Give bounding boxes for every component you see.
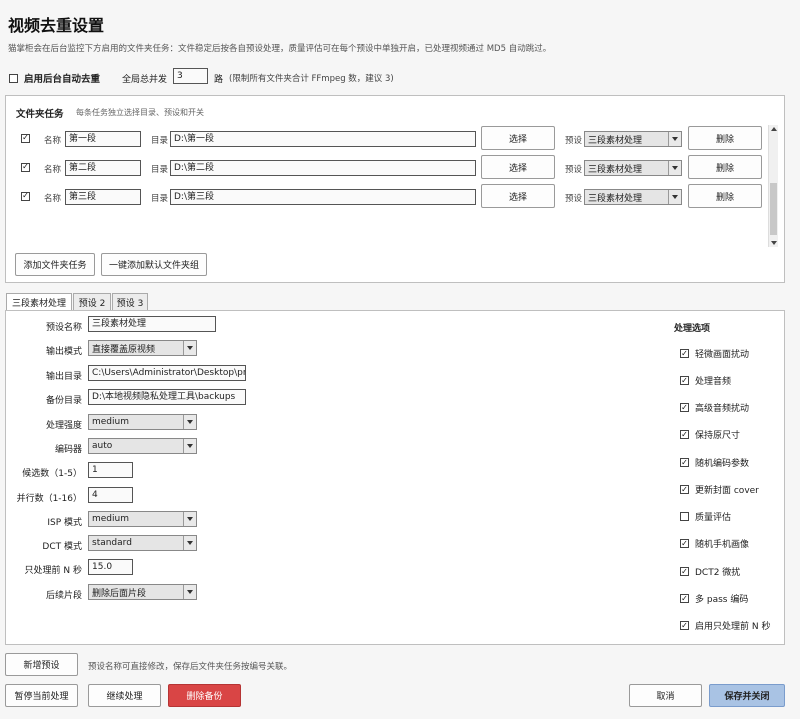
task-row-3-choose-button[interactable]: 选择 bbox=[481, 184, 555, 208]
option-3[interactable]: ✓ 高级音频扰动 bbox=[680, 401, 749, 414]
task-row-3-name-label: 名称 bbox=[44, 194, 62, 204]
folder-tasks-hint: 每条任务独立选择目录、预设和开关 bbox=[76, 108, 204, 117]
isp-mode-label: ISP 模式 bbox=[47, 518, 82, 528]
tab-preset-1[interactable]: 三段素材处理 bbox=[6, 293, 72, 311]
task-row-1-dir-label: 目录 bbox=[151, 136, 169, 146]
new-preset-hint: 预设名称可直接修改，保存后文件夹任务按编号关联。 bbox=[88, 662, 293, 672]
options-title: 处理选项 bbox=[674, 324, 711, 334]
chevron-down-icon bbox=[183, 439, 196, 453]
task-row-3-dir-label: 目录 bbox=[151, 194, 169, 204]
candidates-input[interactable]: 1 bbox=[88, 462, 133, 478]
concurrency-input[interactable]: 3 bbox=[173, 68, 208, 84]
chevron-down-icon bbox=[183, 512, 196, 526]
scrollbar-thumb[interactable] bbox=[770, 183, 777, 235]
chevron-down-icon bbox=[668, 132, 681, 146]
new-preset-button[interactable]: 新增预设 bbox=[5, 653, 78, 676]
dct-mode-select[interactable]: standard bbox=[88, 535, 197, 551]
task-row-1-choose-button[interactable]: 选择 bbox=[481, 126, 555, 150]
task-row-2-name-input[interactable]: 第二段 bbox=[65, 160, 141, 176]
cancel-button[interactable]: 取消 bbox=[629, 684, 702, 707]
output-dir-label: 输出目录 bbox=[45, 372, 82, 382]
option-2[interactable]: ✓ 处理音频 bbox=[680, 374, 731, 387]
auto-dedupe-toggle[interactable]: 启用后台自动去重 bbox=[9, 71, 100, 85]
encoder-select[interactable]: auto bbox=[88, 438, 197, 454]
task-row-1-delete-button[interactable]: 删除 bbox=[688, 126, 762, 150]
task-row-3-checkbox[interactable]: ✓ bbox=[21, 191, 30, 201]
option-10[interactable]: ✓ 多 pass 编码 bbox=[680, 592, 748, 605]
task-row-2-preset-label: 预设 bbox=[565, 165, 583, 175]
backup-dir-input[interactable]: D:\本地视频隐私处理工具\backups bbox=[88, 389, 246, 405]
strength-select[interactable]: medium bbox=[88, 414, 197, 430]
chevron-down-icon bbox=[183, 585, 196, 599]
add-folder-task-button[interactable]: 添加文件夹任务 bbox=[15, 253, 95, 276]
option-6[interactable]: ✓ 更新封面 cover bbox=[680, 483, 759, 496]
task-row-1-dir-input[interactable]: D:\第一段 bbox=[170, 131, 476, 147]
task-row-2-dir-label: 目录 bbox=[151, 165, 169, 175]
task-row-2-delete-button[interactable]: 删除 bbox=[688, 155, 762, 179]
tab-preset-3[interactable]: 预设 3 bbox=[112, 293, 148, 310]
preset-name-input[interactable]: 三段素材处理 bbox=[88, 316, 216, 332]
continue-processing-button[interactable]: 继续处理 bbox=[88, 684, 161, 707]
task-row-2-checkbox[interactable]: ✓ bbox=[21, 162, 30, 172]
option-5[interactable]: ✓ 随机编码参数 bbox=[680, 456, 749, 469]
folder-tasks-title: 文件夹任务 bbox=[16, 109, 64, 120]
scroll-down-icon[interactable] bbox=[771, 241, 777, 245]
backup-dir-label: 备份目录 bbox=[45, 396, 82, 406]
chevron-down-icon bbox=[183, 536, 196, 550]
output-mode-label: 输出模式 bbox=[45, 347, 82, 357]
tail-segment-select[interactable]: 删除后面片段 bbox=[88, 584, 197, 600]
option-11[interactable]: ✓ 启用只处理前 N 秒 bbox=[680, 619, 770, 632]
strength-label: 处理强度 bbox=[45, 421, 82, 431]
isp-mode-select[interactable]: medium bbox=[88, 511, 197, 527]
task-row-1-name-input[interactable]: 第一段 bbox=[65, 131, 141, 147]
chevron-down-icon bbox=[183, 415, 196, 429]
concurrency-hint: (限制所有文件夹合计 FFmpeg 数，建议 3) bbox=[229, 74, 394, 84]
concurrency-label: 全局总并发 bbox=[122, 75, 168, 85]
chevron-down-icon bbox=[668, 190, 681, 204]
tail-segment-label: 后续片段 bbox=[45, 591, 82, 601]
task-row-1-name-label: 名称 bbox=[44, 136, 62, 146]
candidates-label: 候选数（1-5） bbox=[22, 469, 82, 479]
option-9[interactable]: ✓ DCT2 微扰 bbox=[680, 565, 740, 578]
output-dir-input[interactable]: C:\Users\Administrator\Desktop\prc bbox=[88, 365, 246, 381]
task-row-2-choose-button[interactable]: 选择 bbox=[481, 155, 555, 179]
add-default-folder-group-button[interactable]: 一键添加默认文件夹组 bbox=[101, 253, 207, 276]
dct-mode-label: DCT 模式 bbox=[42, 542, 82, 552]
task-row-3-delete-button[interactable]: 删除 bbox=[688, 184, 762, 208]
auto-dedupe-label: 启用后台自动去重 bbox=[24, 74, 101, 85]
encoder-label: 编码器 bbox=[54, 445, 82, 455]
auto-dedupe-checkbox[interactable] bbox=[9, 73, 18, 83]
parallel-label: 并行数（1-16） bbox=[16, 494, 82, 504]
option-4[interactable]: ✓ 保持原尺寸 bbox=[680, 428, 740, 441]
task-row-1-preset-label: 预设 bbox=[565, 136, 583, 146]
task-row-2-name-label: 名称 bbox=[44, 165, 62, 175]
chevron-down-icon bbox=[668, 161, 681, 175]
option-7[interactable]: 质量评估 bbox=[680, 510, 731, 523]
pause-processing-button[interactable]: 暂停当前处理 bbox=[5, 684, 78, 707]
folder-tasks-scrollbar[interactable] bbox=[768, 125, 778, 247]
parallel-input[interactable]: 4 bbox=[88, 487, 133, 503]
task-row-3-preset-select[interactable]: 三段素材处理 bbox=[584, 189, 682, 205]
task-row-2-dir-input[interactable]: D:\第二段 bbox=[170, 160, 476, 176]
chevron-down-icon bbox=[183, 341, 196, 355]
task-row-3-dir-input[interactable]: D:\第三段 bbox=[170, 189, 476, 205]
page-title: 视频去重设置 bbox=[8, 16, 105, 35]
scroll-up-icon[interactable] bbox=[771, 127, 777, 131]
page-subtitle: 猫掌柜会在后台监控下方启用的文件夹任务：文件稳定后按各自预设处理，质量评估可在每… bbox=[8, 44, 552, 54]
task-row-1-preset-select[interactable]: 三段素材处理 bbox=[584, 131, 682, 147]
save-and-close-button[interactable]: 保存并关闭 bbox=[709, 684, 785, 707]
tab-preset-2[interactable]: 预设 2 bbox=[73, 293, 111, 310]
output-mode-select[interactable]: 直接覆盖原视频 bbox=[88, 340, 197, 356]
concurrency-unit: 路 bbox=[214, 75, 224, 85]
task-row-1-checkbox[interactable]: ✓ bbox=[21, 133, 30, 143]
task-row-2-preset-select[interactable]: 三段素材处理 bbox=[584, 160, 682, 176]
option-8[interactable]: ✓ 随机手机画像 bbox=[680, 537, 749, 550]
delete-backup-button[interactable]: 删除备份 bbox=[168, 684, 241, 707]
task-row-3-preset-label: 预设 bbox=[565, 194, 583, 204]
first-n-seconds-input[interactable]: 15.0 bbox=[88, 559, 133, 575]
preset-name-label: 预设名称 bbox=[45, 323, 82, 333]
first-n-seconds-label: 只处理前 N 秒 bbox=[24, 566, 82, 576]
task-row-3-name-input[interactable]: 第三段 bbox=[65, 189, 141, 205]
option-1[interactable]: ✓ 轻微画面扰动 bbox=[680, 347, 749, 360]
